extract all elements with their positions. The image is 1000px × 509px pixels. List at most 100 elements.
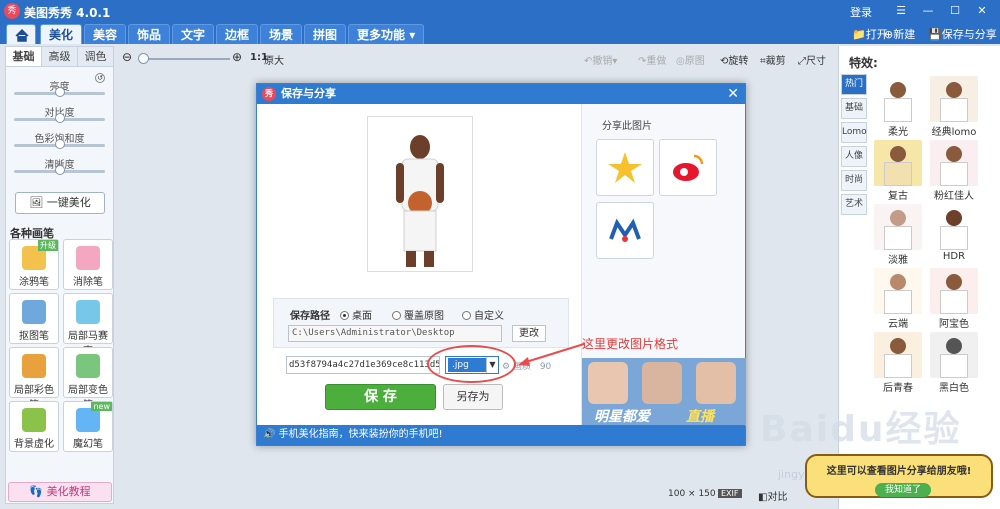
slider-knob[interactable]	[54, 113, 65, 123]
upgrade-badge: 升级	[38, 240, 58, 251]
category-fashion[interactable]: 时尚	[841, 170, 867, 191]
login-link[interactable]: 登录	[850, 4, 872, 20]
crop-button[interactable]: ⌗裁剪	[760, 52, 786, 67]
doodle-brush-button[interactable]: 涂鸦笔 升级	[9, 239, 59, 290]
tab-basic[interactable]: 基础	[6, 47, 42, 66]
zoom-in-icon[interactable]: ⊕	[232, 50, 242, 64]
maximize-icon[interactable]: ☐	[947, 3, 963, 19]
compare-button[interactable]: ◧对比	[758, 488, 787, 503]
save-share-button[interactable]: 💾保存与分享	[928, 26, 997, 42]
tab-beauty[interactable]: 美容	[84, 24, 127, 44]
effect-thumbnail	[874, 332, 922, 378]
tab-beautify[interactable]: 美化	[40, 24, 83, 44]
category-lomo[interactable]: Lomo	[841, 122, 867, 143]
effect-thumbnail	[930, 204, 978, 250]
resize-button[interactable]: ⤢尺寸	[798, 52, 826, 67]
save-button[interactable]: 保 存	[325, 384, 436, 410]
color-brush-button[interactable]: 局部彩色笔	[9, 347, 59, 411]
dialog-footer[interactable]: 🔊 手机美化指南，快来装扮你的手机吧!	[257, 425, 745, 445]
tab-border[interactable]: 边框	[216, 24, 259, 44]
new-label: 新建	[893, 28, 916, 41]
slider-knob[interactable]	[54, 165, 65, 175]
qzone-share-button[interactable]	[596, 139, 654, 196]
brightness-slider[interactable]: 亮度	[6, 77, 113, 103]
eraser-icon	[76, 246, 100, 270]
cutout-brush-button[interactable]: 抠图笔	[9, 293, 59, 344]
home-icon[interactable]	[6, 24, 36, 44]
effect-label: HDR	[942, 251, 966, 262]
effect-thumbnail	[874, 268, 922, 314]
one-key-beautify-button[interactable]: 🖼 一键美化	[15, 192, 105, 214]
tip-dismiss-button[interactable]: 我知道了	[875, 483, 931, 497]
brush-label: 涂鸦笔	[19, 277, 49, 288]
slider-knob[interactable]	[54, 139, 65, 149]
effect-thumbnail	[930, 268, 978, 314]
blur-background-button[interactable]: 背景虚化	[9, 401, 59, 452]
radio-desktop[interactable]: 桌面	[340, 307, 372, 322]
sharpness-slider[interactable]: 清晰度	[6, 155, 113, 181]
menu-bar: 美化 美容 饰品 文字 边框 场景 拼图 更多功能 ▾ 📁打开 ⊕新建 💾保存与…	[0, 22, 1000, 44]
original-image-button[interactable]: ◎原图	[676, 52, 705, 67]
category-basic[interactable]: 基础	[841, 98, 867, 119]
radio-custom[interactable]: 自定义	[462, 307, 504, 322]
category-portrait[interactable]: 人像	[841, 146, 867, 167]
radio-overwrite[interactable]: 覆盖原图	[392, 307, 444, 322]
filename-input[interactable]: d53f8794a4c27d1e369ce8c113d5a	[286, 356, 440, 374]
rotate-label: 旋转	[728, 56, 749, 67]
effect-soft-light[interactable]: 柔光	[873, 76, 923, 138]
menu-icon[interactable]: ☰	[893, 3, 909, 19]
original-size-button[interactable]: 原大	[264, 52, 284, 67]
saturation-slider[interactable]: 色彩饱和度	[6, 129, 113, 155]
contrast-slider[interactable]: 对比度	[6, 103, 113, 129]
zoom-knob[interactable]	[138, 53, 149, 64]
zoom-out-icon[interactable]: ⊖	[122, 50, 132, 64]
category-art[interactable]: 艺术	[841, 194, 867, 215]
annotation-oval	[427, 345, 516, 383]
compare-label: 对比	[767, 492, 788, 503]
tab-accessories[interactable]: 饰品	[128, 24, 171, 44]
tutorial-button[interactable]: 👣 美化教程	[8, 482, 112, 502]
cutout-icon	[22, 300, 46, 324]
weibo-share-button[interactable]	[659, 139, 717, 196]
promo-banner[interactable]: 明星都爱 直播	[582, 358, 746, 426]
rotate-button[interactable]: ⟲旋转	[720, 52, 748, 67]
tab-more[interactable]: 更多功能 ▾	[348, 24, 425, 44]
tab-collage[interactable]: 拼图	[304, 24, 347, 44]
effect-hdr[interactable]: HDR	[929, 204, 979, 262]
effect-pink-lady[interactable]: 粉红佳人	[929, 140, 979, 202]
tab-text[interactable]: 文字	[172, 24, 215, 44]
redo-button[interactable]: ↷重做	[638, 52, 666, 67]
close-window-icon[interactable]: ✕	[974, 3, 990, 19]
effect-cloud[interactable]: 云端	[873, 268, 923, 330]
eraser-brush-button[interactable]: 消除笔	[63, 239, 113, 290]
slider-knob[interactable]	[54, 87, 65, 97]
effect-vintage[interactable]: 复古	[873, 140, 923, 202]
dialog-close-icon[interactable]: ✕	[727, 84, 739, 104]
tab-color[interactable]: 调色	[78, 47, 113, 66]
effect-elegant[interactable]: 淡雅	[873, 204, 923, 266]
tab-scene[interactable]: 场景	[260, 24, 303, 44]
save-as-button[interactable]: 另存为	[443, 384, 503, 410]
mosaic-brush-button[interactable]: 局部马赛克	[63, 293, 113, 357]
undo-button[interactable]: ↶撤销▾	[584, 52, 617, 67]
exif-button[interactable]: EXIF	[718, 489, 742, 498]
effect-youth[interactable]: 后青春	[873, 332, 923, 394]
zoom-slider[interactable]	[140, 58, 230, 60]
new-button[interactable]: ⊕新建	[884, 26, 915, 42]
save-path-input[interactable]: C:\Users\Administrator\Desktop	[288, 325, 502, 342]
recolor-brush-button[interactable]: 局部变色笔	[63, 347, 113, 411]
category-hot[interactable]: 热门	[841, 74, 867, 95]
effect-label: 云端	[888, 319, 908, 330]
open-button[interactable]: 📁打开	[852, 26, 888, 42]
tab-advanced[interactable]: 高级	[42, 47, 78, 66]
effect-black-white[interactable]: 黑白色	[929, 332, 979, 394]
magic-brush-button[interactable]: 魔幻笔 new	[63, 401, 113, 452]
meitu-share-button[interactable]	[596, 202, 654, 259]
effect-thumbnail	[930, 76, 978, 122]
effect-thumbnail	[930, 332, 978, 378]
minimize-icon[interactable]: —	[920, 3, 936, 19]
effect-thumbnail	[874, 204, 922, 250]
effect-classic-lomo[interactable]: 经典lomo	[929, 76, 979, 138]
share-area: 分享此图片 明星都爱 直播	[581, 104, 746, 426]
effect-abao[interactable]: 阿宝色	[929, 268, 979, 330]
